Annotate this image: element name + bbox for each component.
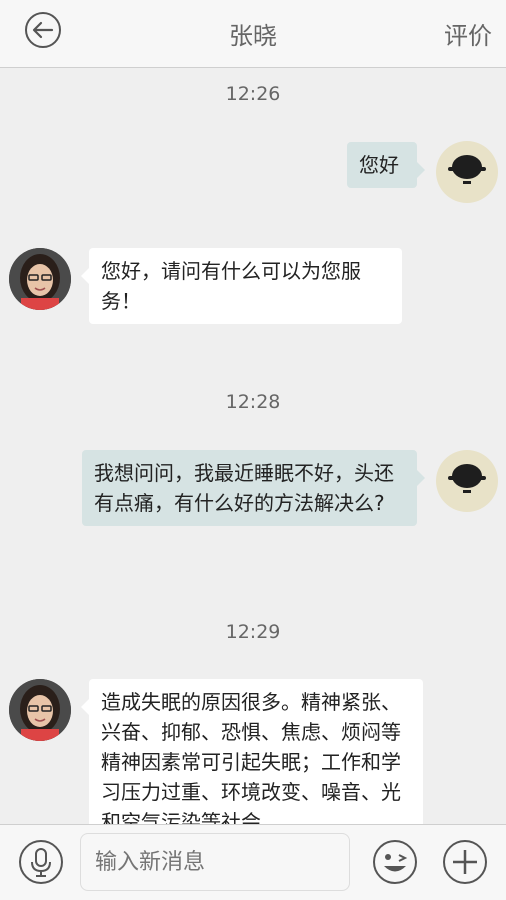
header: 张晓 评价 — [0, 0, 506, 68]
voice-button[interactable] — [18, 839, 64, 885]
more-button[interactable] — [442, 839, 488, 885]
page-title: 张晓 — [229, 22, 277, 50]
timestamp: 12:29 — [225, 621, 281, 643]
timestamp: 12:28 — [225, 391, 281, 413]
chat-list[interactable]: 12:26 您好 您好，请问有什么可以为您服务！ 12:28 我想问问，我最近睡… — [0, 69, 506, 824]
message-text: 您好 — [359, 153, 399, 177]
message-bubble-outgoing[interactable]: 我想问问，我最近睡眠不好，头还有点痛，有什么好的方法解决么? — [82, 450, 425, 526]
rate-button[interactable]: 评价 — [444, 16, 492, 51]
avatar[interactable] — [9, 248, 71, 310]
emoji-icon — [373, 840, 417, 884]
emoji-button[interactable] — [372, 839, 418, 885]
avatar[interactable] — [9, 679, 71, 741]
message-input[interactable] — [80, 833, 350, 891]
message-bubble-incoming[interactable]: 造成失眠的原因很多。精神紧张、兴奋、抑郁、恐惧、焦虑、烦闷等精神因素常可引起失眠… — [81, 679, 423, 824]
bowler-hat-avatar-icon — [448, 155, 486, 184]
avatar[interactable] — [436, 141, 498, 203]
microphone-icon — [19, 840, 63, 884]
bowler-hat-avatar-icon — [448, 464, 486, 493]
avatar[interactable] — [436, 450, 498, 512]
message-text: 我想问问，我最近睡眠不好，头还有点痛，有什么好的方法解决么? — [94, 461, 394, 515]
timestamp: 12:26 — [225, 83, 281, 105]
doctor-avatar-icon — [9, 679, 71, 741]
message-bubble-incoming[interactable]: 您好，请问有什么可以为您服务！ — [81, 248, 402, 324]
message-text: 造成失眠的原因很多。精神紧张、兴奋、抑郁、恐惧、焦虑、烦闷等精神因素常可引起失眠… — [101, 690, 401, 824]
message-text: 您好，请问有什么可以为您服务！ — [101, 259, 361, 313]
plus-icon — [443, 840, 487, 884]
doctor-avatar-icon — [9, 248, 71, 310]
input-bar — [0, 824, 506, 900]
message-bubble-outgoing[interactable]: 您好 — [347, 142, 425, 188]
